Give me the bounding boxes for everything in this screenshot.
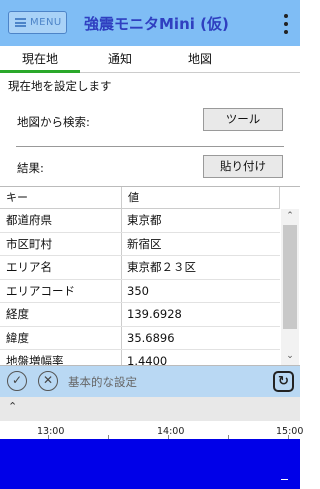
basic-settings-label[interactable]: 基本的な設定 xyxy=(68,374,137,390)
timeline-label: 13:00 xyxy=(37,426,65,437)
table-row[interactable]: 市区町村 新宿区 xyxy=(0,232,280,256)
scroll-down-icon[interactable]: ⌄ xyxy=(281,349,299,363)
timeline-label: 14:00 xyxy=(157,426,185,437)
menu-label: MENU xyxy=(30,17,62,28)
row-value: 139.6928 xyxy=(127,307,182,321)
timeline-bar xyxy=(0,439,300,489)
scroll-up-icon[interactable]: ⌃ xyxy=(281,209,299,223)
active-tab-indicator xyxy=(0,70,80,73)
menu-button[interactable]: MENU xyxy=(8,11,67,34)
timeline-label: 15:00 xyxy=(276,426,304,437)
timeline-marker xyxy=(281,479,288,480)
row-key: 緯度 xyxy=(0,326,122,349)
table-row[interactable]: 緯度 35.6896 xyxy=(0,326,280,350)
row-key: 地盤増幅率 xyxy=(0,350,122,365)
hamburger-icon xyxy=(15,18,26,27)
column-header-value[interactable]: 値 xyxy=(122,187,280,209)
row-key: エリア名 xyxy=(0,256,122,279)
table-row[interactable]: 地盤増幅率 1.4400 xyxy=(0,350,280,366)
table-body: 都道府県 東京都 市区町村 新宿区 エリア名 東京都２３区 エリアコード 350… xyxy=(0,209,280,366)
check-circle-icon[interactable]: ✓ xyxy=(7,371,27,391)
map-search-label: 地図から検索: xyxy=(17,115,90,129)
table-row[interactable]: エリア名 東京都２３区 xyxy=(0,256,280,280)
row-key: エリアコード xyxy=(0,279,122,302)
refresh-icon[interactable]: ↻ xyxy=(273,371,294,392)
scrollbar-thumb[interactable] xyxy=(283,225,297,329)
x-circle-icon[interactable]: ✕ xyxy=(38,371,58,391)
location-table: キー 値 都道府県 東京都 市区町村 新宿区 エリア名 東京都２３区 エリアコー… xyxy=(0,186,300,366)
paste-button[interactable]: 貼り付け xyxy=(203,155,283,178)
table-row[interactable]: 経度 139.6928 xyxy=(0,303,280,327)
tool-button[interactable]: ツール xyxy=(203,108,283,131)
tab-map[interactable]: 地図 xyxy=(160,49,240,70)
row-key: 市区町村 xyxy=(0,232,122,255)
more-options-icon[interactable] xyxy=(282,14,290,34)
row-key: 経度 xyxy=(0,303,122,326)
row-value: 35.6896 xyxy=(127,330,175,345)
table-row[interactable]: 都道府県 東京都 xyxy=(0,209,280,233)
row-value: 1.4400 xyxy=(127,354,168,366)
row-value: 350 xyxy=(127,283,149,298)
divider xyxy=(16,146,284,147)
tab-current-location[interactable]: 現在地 xyxy=(0,49,80,70)
app-title: 強震モニタMini (仮) xyxy=(84,15,229,33)
row-value: 新宿区 xyxy=(127,236,162,251)
tab-notifications[interactable]: 通知 xyxy=(80,49,160,70)
table-row[interactable]: エリアコード 350 xyxy=(0,279,280,303)
row-value: 東京都 xyxy=(127,213,162,227)
row-value: 東京都２３区 xyxy=(127,260,196,274)
row-key: 都道府県 xyxy=(0,209,122,232)
collapse-strip[interactable] xyxy=(0,397,300,421)
column-header-key[interactable]: キー xyxy=(0,187,122,209)
chevron-up-icon[interactable]: ⌃ xyxy=(8,400,17,413)
section-title: 現在地を設定します xyxy=(8,79,112,93)
result-label: 結果: xyxy=(17,161,44,175)
